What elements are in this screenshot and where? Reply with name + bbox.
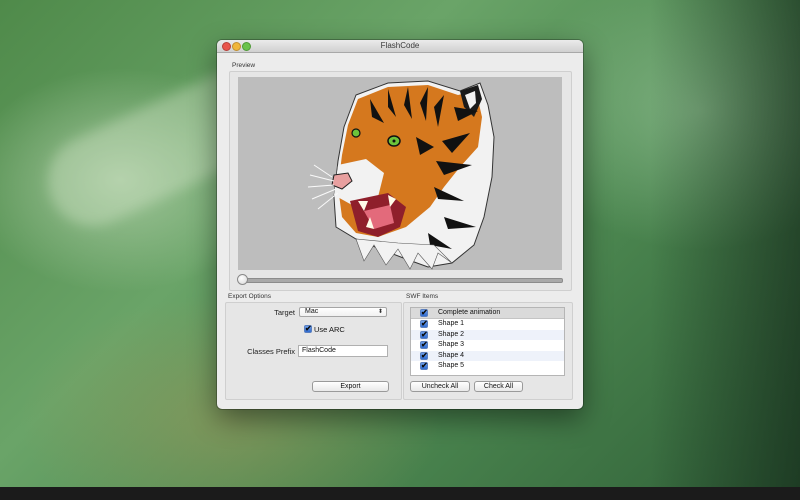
target-popup-value: Mac: [305, 308, 319, 315]
list-item-label: Shape 3: [438, 341, 465, 349]
timeline-slider-track[interactable]: [239, 278, 563, 283]
timeline-slider-knob[interactable]: [237, 274, 248, 285]
background-shadow: [650, 0, 800, 500]
item-checkbox[interactable]: ✔: [420, 309, 428, 317]
target-label: Target: [274, 308, 295, 317]
list-item[interactable]: ✔ Complete animation: [411, 308, 564, 320]
target-popup[interactable]: Mac ⬍: [299, 307, 387, 317]
swf-items-section-label: SWF Items: [406, 293, 439, 300]
item-checkbox[interactable]: ✔: [420, 329, 428, 339]
item-checkbox[interactable]: ✔: [420, 350, 428, 360]
export-button[interactable]: Export: [312, 381, 389, 392]
checkmark-icon: ✔: [421, 340, 428, 350]
use-arc-checkbox[interactable]: ✔: [304, 325, 312, 333]
list-item-label: Shape 5: [438, 361, 465, 369]
checkmark-icon: ✔: [421, 308, 428, 317]
check-all-button[interactable]: Check All: [474, 381, 523, 392]
checkmark-icon: ✔: [421, 329, 428, 339]
list-item-label: Shape 1: [438, 320, 465, 328]
list-item-label: Complete animation: [438, 309, 501, 316]
window-title: FlashCode: [380, 41, 420, 50]
item-checkbox[interactable]: ✔: [420, 360, 428, 370]
popup-arrows-icon: ⬍: [377, 309, 383, 315]
list-item[interactable]: ✔ Shape 4: [411, 350, 564, 361]
classes-prefix-label: Classes Prefix: [247, 347, 295, 356]
list-item-label: Shape 2: [438, 330, 465, 338]
uncheck-all-button[interactable]: Uncheck All: [410, 381, 470, 392]
item-checkbox[interactable]: ✔: [420, 319, 428, 329]
checkmark-icon: ✔: [421, 360, 428, 370]
item-checkbox[interactable]: ✔: [420, 340, 428, 350]
tiger-head-image: [307, 80, 495, 270]
classes-prefix-field[interactable]: FlashCode: [298, 345, 388, 357]
preview-section-label: Preview: [232, 62, 256, 69]
list-item-label: Shape 4: [438, 351, 465, 359]
list-item[interactable]: ✔ Shape 5: [411, 361, 564, 371]
preview-canvas: [238, 77, 562, 270]
list-item[interactable]: ✔ Shape 1: [411, 319, 564, 329]
checkmark-icon: ✔: [421, 350, 428, 360]
use-arc-label: Use ARC: [314, 325, 345, 334]
flashcode-window: FlashCode Preview Export Options Target …: [217, 40, 583, 409]
classes-prefix-value: FlashCode: [302, 347, 336, 354]
desktop-bottom-bar: [0, 487, 800, 500]
swf-items-list[interactable]: ✔ Complete animation ✔ Shape 1 ✔ Shape 2…: [410, 307, 565, 376]
title-bar[interactable]: FlashCode: [217, 40, 583, 53]
export-options-section-label: Export Options: [228, 293, 271, 300]
checkmark-icon: ✔: [305, 324, 312, 333]
checkmark-icon: ✔: [421, 319, 428, 329]
list-item[interactable]: ✔ Shape 3: [411, 340, 564, 350]
list-item[interactable]: ✔ Shape 2: [411, 329, 564, 341]
